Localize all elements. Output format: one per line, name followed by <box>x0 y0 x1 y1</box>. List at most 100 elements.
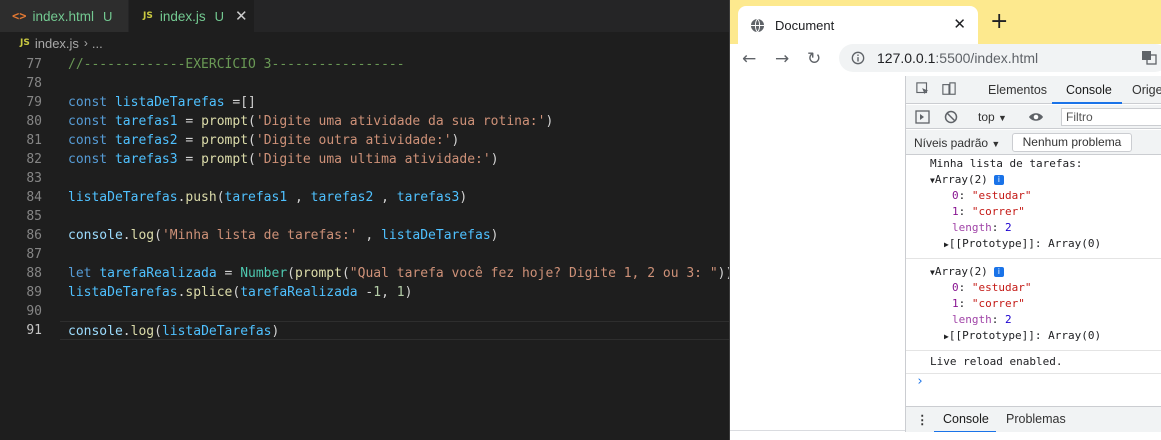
translate-icon[interactable] <box>1141 49 1157 68</box>
new-tab-button[interactable]: + <box>990 9 1008 34</box>
tab-index-js[interactable]: JS index.js U ✕ <box>129 0 254 32</box>
code-line[interactable]: 91 console.log(listaDeTarefas) <box>0 321 729 340</box>
line-number: 78 <box>26 76 42 91</box>
line-number: 81 <box>26 133 42 148</box>
line-number: 87 <box>26 247 42 262</box>
device-toolbar-icon[interactable] <box>942 82 956 96</box>
line-number: 83 <box>26 171 42 186</box>
tab-label: index.html <box>32 8 94 24</box>
line-number: 91 <box>26 323 42 338</box>
prototype-expander[interactable]: ▶[[Prototype]]: Array(0) <box>906 236 1161 252</box>
browser-tab-document[interactable]: Document ✕ <box>738 6 978 44</box>
code-line[interactable]: 90 <box>0 302 729 321</box>
devtools-drawer-tabs: ⋮ Console Problemas <box>906 406 1161 432</box>
array-entry: 0: "estudar" <box>952 189 1032 202</box>
browser-tab-strip: Document ✕ + <box>730 0 1161 44</box>
issues-button[interactable]: Nenhum problema <box>1012 133 1132 152</box>
code-line[interactable]: 81 const tarefas2 = prompt('Digite outra … <box>0 131 729 150</box>
tab-elementos[interactable]: Elementos <box>988 83 1047 97</box>
info-icon <box>851 51 865 65</box>
browser-tab-title: Document <box>775 17 835 33</box>
code-line[interactable]: 89 listaDeTarefas.splice(tarefaRealizada … <box>0 283 729 302</box>
breadcrumb-file[interactable]: index.js <box>35 36 79 51</box>
log-levels-dropdown[interactable]: Níveis padrão ▼ <box>914 136 1000 150</box>
array-entry: 0: "estudar" <box>952 281 1032 294</box>
code-line[interactable]: 83 <box>0 169 729 188</box>
clear-console-icon[interactable] <box>944 110 958 124</box>
code-text: const tarefas1 = prompt('Digite uma ativ… <box>68 114 554 129</box>
drawer-tab-problems[interactable]: Problemas <box>1006 412 1066 426</box>
context-selector[interactable]: top ▼ <box>978 110 1007 124</box>
line-number: 80 <box>26 114 42 129</box>
array-expander[interactable]: ▼Array(2) i <box>906 172 1161 188</box>
line-number: 77 <box>26 57 42 72</box>
tab-console[interactable]: Console <box>1066 83 1112 97</box>
browser-window: Document ✕ + ← → ↻ 127.0.0.1:5500/index.… <box>729 0 1161 440</box>
close-icon[interactable]: ✕ <box>235 7 248 25</box>
forward-button[interactable]: → <box>775 49 789 69</box>
active-tab-indicator <box>934 431 996 432</box>
code-line[interactable]: 80 const tarefas1 = prompt('Digite uma at… <box>0 112 729 131</box>
array-length: length: 2 <box>952 313 1012 326</box>
address-bar[interactable]: 127.0.0.1:5500/index.html <box>839 44 1161 72</box>
code-line[interactable]: 79 const listaDeTarefas =[] <box>0 93 729 112</box>
drawer-tab-console[interactable]: Console <box>943 412 989 426</box>
code-line[interactable]: 82 const tarefas3 = prompt('Digite uma ul… <box>0 150 729 169</box>
tab-label: index.js <box>159 8 206 24</box>
live-reload-message: Live reload enabled. <box>930 355 1063 368</box>
code-text: console.log(listaDeTarefas) <box>68 324 280 339</box>
line-number: 82 <box>26 152 42 167</box>
eye-icon[interactable] <box>1028 111 1044 123</box>
js-file-icon: JS <box>20 38 30 48</box>
sidebar-toggle-icon[interactable] <box>915 110 930 124</box>
tab-index-html[interactable]: <> index.html U <box>0 0 128 32</box>
line-number: 79 <box>26 95 42 110</box>
reload-button[interactable]: ↻ <box>807 49 821 69</box>
code-line[interactable]: 84 listaDeTarefas.push(tarefas1 , tarefas… <box>0 188 729 207</box>
code-text: const tarefas3 = prompt('Digite uma ulti… <box>68 152 499 167</box>
tab-sources[interactable]: Orige <box>1132 83 1161 97</box>
code-line[interactable]: 78 <box>0 74 729 93</box>
browser-toolbar: ← → ↻ 127.0.0.1:5500/index.html <box>730 44 1161 74</box>
chevron-right-icon: › <box>916 374 924 389</box>
breadcrumb: JS index.js › ... <box>0 32 729 54</box>
close-icon[interactable]: ✕ <box>953 15 966 33</box>
untracked-badge: U <box>102 8 113 24</box>
code-text: listaDeTarefas.splice(tarefaRealizada -1… <box>68 285 413 300</box>
editor-tab-bar: <> index.html U JS index.js U ✕ <box>0 0 729 32</box>
globe-icon <box>750 18 765 32</box>
devtools-tab-bar: Elementos Console Orige <box>906 76 1161 104</box>
console-toolbar: top ▼ Filtro <box>906 105 1161 129</box>
prototype-expander[interactable]: ▶[[Prototype]]: Array(0) <box>906 328 1161 344</box>
code-line[interactable]: 87 <box>0 245 729 264</box>
code-editor[interactable]: 77 //-------------EXERCÍCIO 3------------… <box>0 55 733 340</box>
code-line[interactable]: 88 let tarefaRealizada = Number(prompt("Q… <box>0 264 733 283</box>
code-line[interactable]: 86 console.log('Minha lista de tarefas:' … <box>0 226 729 245</box>
back-button[interactable]: ← <box>742 49 756 69</box>
log-message: Minha lista de tarefas: <box>930 157 1083 170</box>
console-output: Minha lista de tarefas: ▼Array(2) i 0: "e… <box>906 156 1161 393</box>
breadcrumb-symbols[interactable]: ... <box>92 36 103 51</box>
array-entry: 1: "correr" <box>952 297 1025 310</box>
chevron-right-icon: › <box>83 36 88 50</box>
console-prompt-row[interactable]: › <box>906 373 1161 393</box>
line-number: 84 <box>26 190 42 205</box>
url-text: 127.0.0.1:5500/index.html <box>877 50 1039 66</box>
code-text: console.log('Minha lista de tarefas:' , … <box>68 228 499 243</box>
code-text: const listaDeTarefas =[] <box>68 95 256 110</box>
array-expander[interactable]: ▼Array(2) i <box>906 264 1161 280</box>
line-number: 89 <box>26 285 42 300</box>
code-line[interactable]: 85 <box>0 207 729 226</box>
vscode-editor-window: <> index.html U JS index.js U ✕ JS index… <box>0 0 733 440</box>
code-line[interactable]: 77 //-------------EXERCÍCIO 3------------… <box>0 55 729 74</box>
line-number: 88 <box>26 266 42 281</box>
js-file-icon: JS <box>143 11 153 21</box>
info-badge-icon: i <box>993 175 1004 185</box>
code-text: let tarefaRealizada = Number(prompt("Qua… <box>68 266 734 281</box>
info-badge-icon: i <box>993 267 1004 277</box>
more-options-icon[interactable]: ⋮ <box>916 412 930 427</box>
inspect-element-icon[interactable] <box>916 82 930 96</box>
filter-input[interactable]: Filtro <box>1061 108 1161 126</box>
line-number: 85 <box>26 209 42 224</box>
line-number: 90 <box>26 304 42 319</box>
